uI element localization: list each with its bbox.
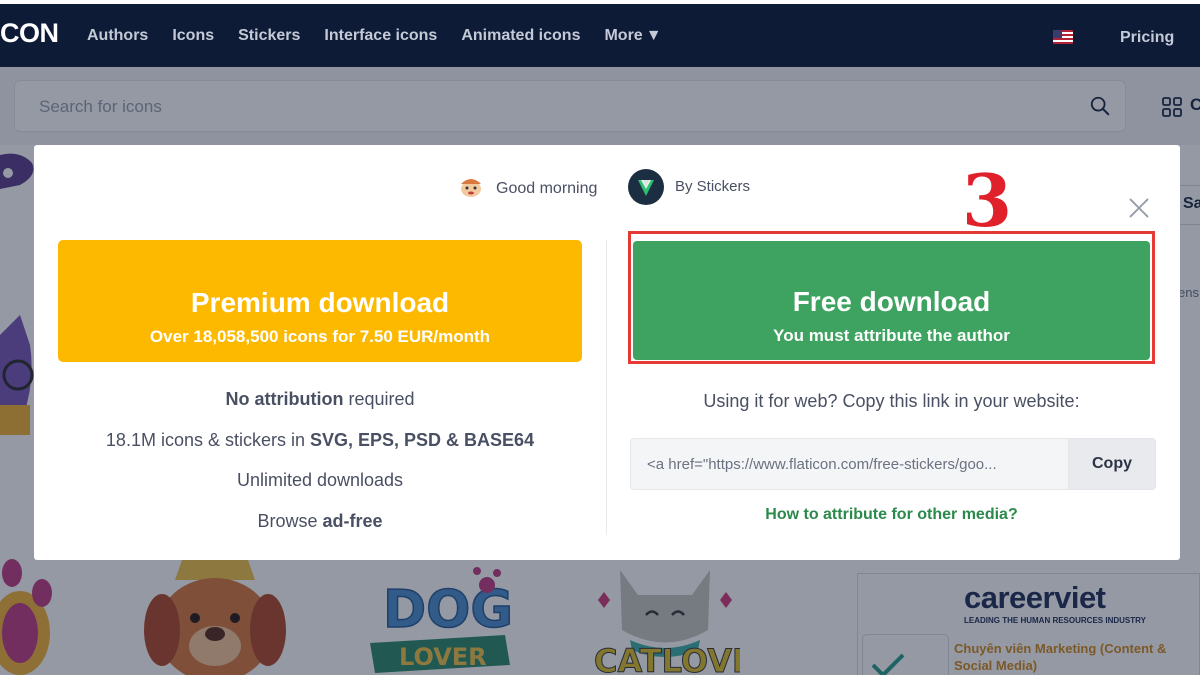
premium-subtitle: Over 18,058,500 icons for 7.50 EUR/month <box>149 327 491 346</box>
web-attribution-label: Using it for web? Copy this link in your… <box>703 391 1080 411</box>
good-morning-sticker-icon <box>461 179 481 197</box>
nav-icons[interactable]: Icons <box>172 27 214 45</box>
nav-interface-icons[interactable]: Interface icons <box>324 27 437 45</box>
free-download-button[interactable]: Free download You must attribute the aut… <box>633 241 1150 360</box>
chevron-down-icon: ▼ <box>645 27 662 44</box>
copy-button[interactable]: Copy <box>1068 438 1156 490</box>
column-divider <box>606 240 607 535</box>
download-modal: Good morning By Stickers 3 Premium downl… <box>34 145 1180 560</box>
nav-stickers[interactable]: Stickers <box>238 27 300 45</box>
author-row: Good morning By Stickers 3 <box>34 165 1180 237</box>
premium-features: No attribution required 18.1M icons & st… <box>58 389 582 551</box>
nav-more[interactable]: More ▼ <box>604 27 661 45</box>
attribution-link-field[interactable] <box>630 438 1068 490</box>
free-subtitle: You must attribute the author <box>773 325 1010 345</box>
feature-formats: 18.1M icons & stickers in SVG, EPS, PSD … <box>105 429 535 450</box>
author-name[interactable]: By Stickers <box>675 178 750 195</box>
premium-title: Premium download <box>190 287 450 318</box>
premium-download-button[interactable]: Premium download Over 18,058,500 icons f… <box>58 240 582 362</box>
nav-more-label: More <box>604 27 643 44</box>
nav-authors[interactable]: Authors <box>87 27 148 45</box>
step-number-annotation: 3 <box>962 158 1013 243</box>
feature-ad-free: Browse ad-free <box>257 510 383 531</box>
site-logo[interactable]: CON <box>0 18 59 49</box>
nav-pricing[interactable]: Pricing <box>1120 29 1174 47</box>
free-title: Free download <box>792 285 991 317</box>
feature-unlimited: Unlimited downloads <box>236 470 404 490</box>
close-icon[interactable] <box>1128 197 1150 219</box>
attribution-help-link[interactable]: How to attribute for other media? <box>633 506 1150 524</box>
stickers-author-avatar[interactable] <box>628 169 664 205</box>
nav-animated-icons[interactable]: Animated icons <box>461 27 580 45</box>
main-nav: Authors Icons Stickers Interface icons A… <box>87 27 662 45</box>
top-navbar: CON Authors Icons Stickers Interface ico… <box>0 0 1200 67</box>
sticker-name[interactable]: Good morning <box>496 180 597 198</box>
stickers-logo-icon <box>638 180 654 196</box>
feature-no-attribution: No attribution required <box>225 389 415 409</box>
us-flag-icon[interactable] <box>1053 30 1073 44</box>
